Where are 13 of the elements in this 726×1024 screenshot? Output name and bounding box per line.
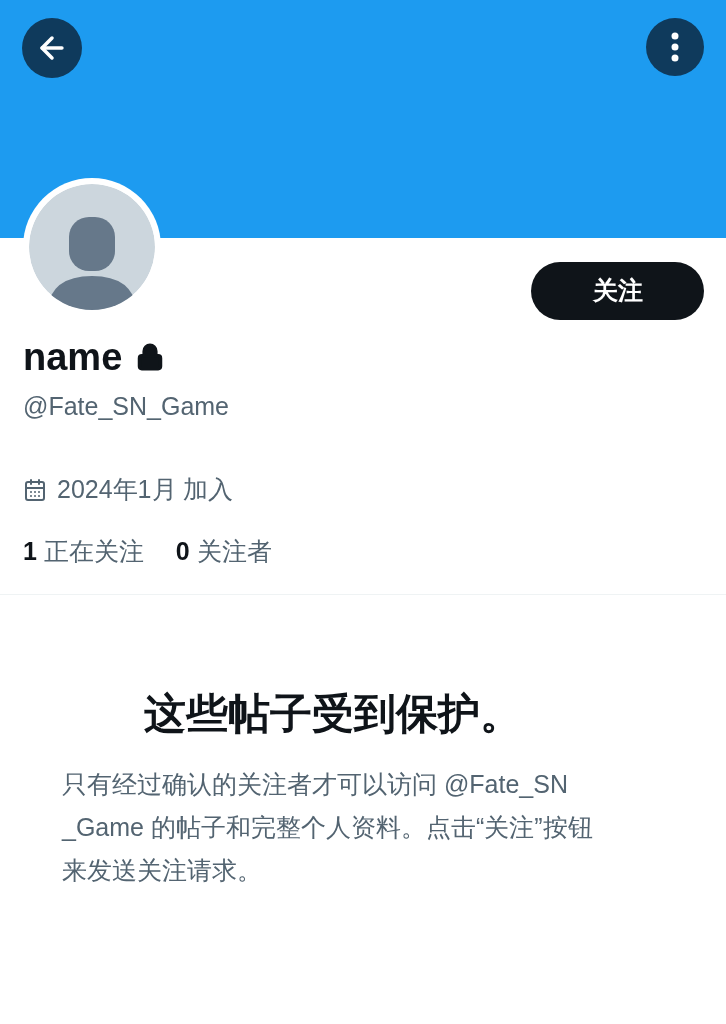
back-button[interactable] <box>22 18 82 78</box>
more-options-icon <box>671 32 679 62</box>
protected-posts-message: 只有经过确认的关注者才可以访问 @Fate_SN _Game 的帖子和完整个人资料。点击“关注”按钮 来发送关注请求。 <box>62 769 594 886</box>
stat-link[interactable]: 1 正在关注 <box>23 533 144 571</box>
protected-posts-title: 这些帖子受到保护。 <box>144 693 523 735</box>
default-avatar-icon <box>29 184 155 310</box>
calendar-icon <box>23 477 47 502</box>
more-options-button[interactable] <box>646 18 704 76</box>
profile-name: name <box>23 338 123 376</box>
follow-button[interactable]: 关注 <box>531 262 704 320</box>
profile-handle: @Fate_SN_Game <box>23 394 231 419</box>
stat-link[interactable]: 0 关注者 <box>175 533 272 571</box>
join-date: 2024年1月 加入 <box>57 477 234 502</box>
